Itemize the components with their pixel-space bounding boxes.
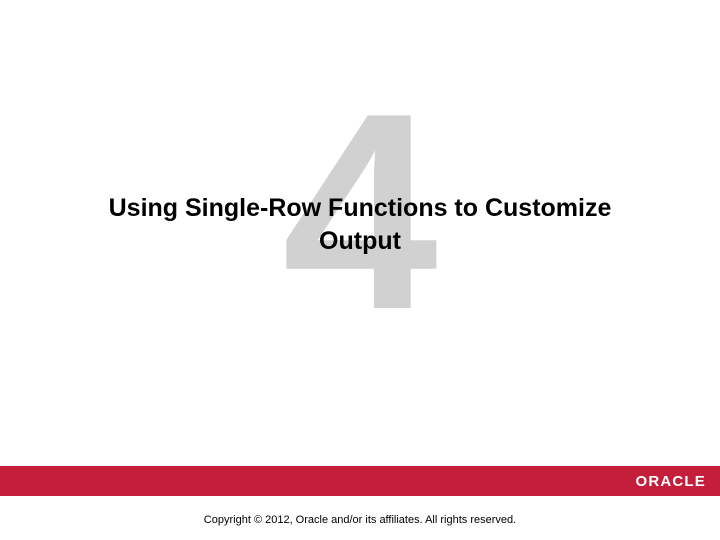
- footer-bar: ORACLE: [0, 466, 720, 496]
- slide-container: 4 Using Single-Row Functions to Customiz…: [0, 0, 720, 540]
- slide-title: Using Single-Row Functions to Customize …: [80, 192, 640, 257]
- copyright-text: Copyright © 2012, Oracle and/or its affi…: [204, 514, 516, 526]
- oracle-logo: ORACLE: [635, 473, 706, 490]
